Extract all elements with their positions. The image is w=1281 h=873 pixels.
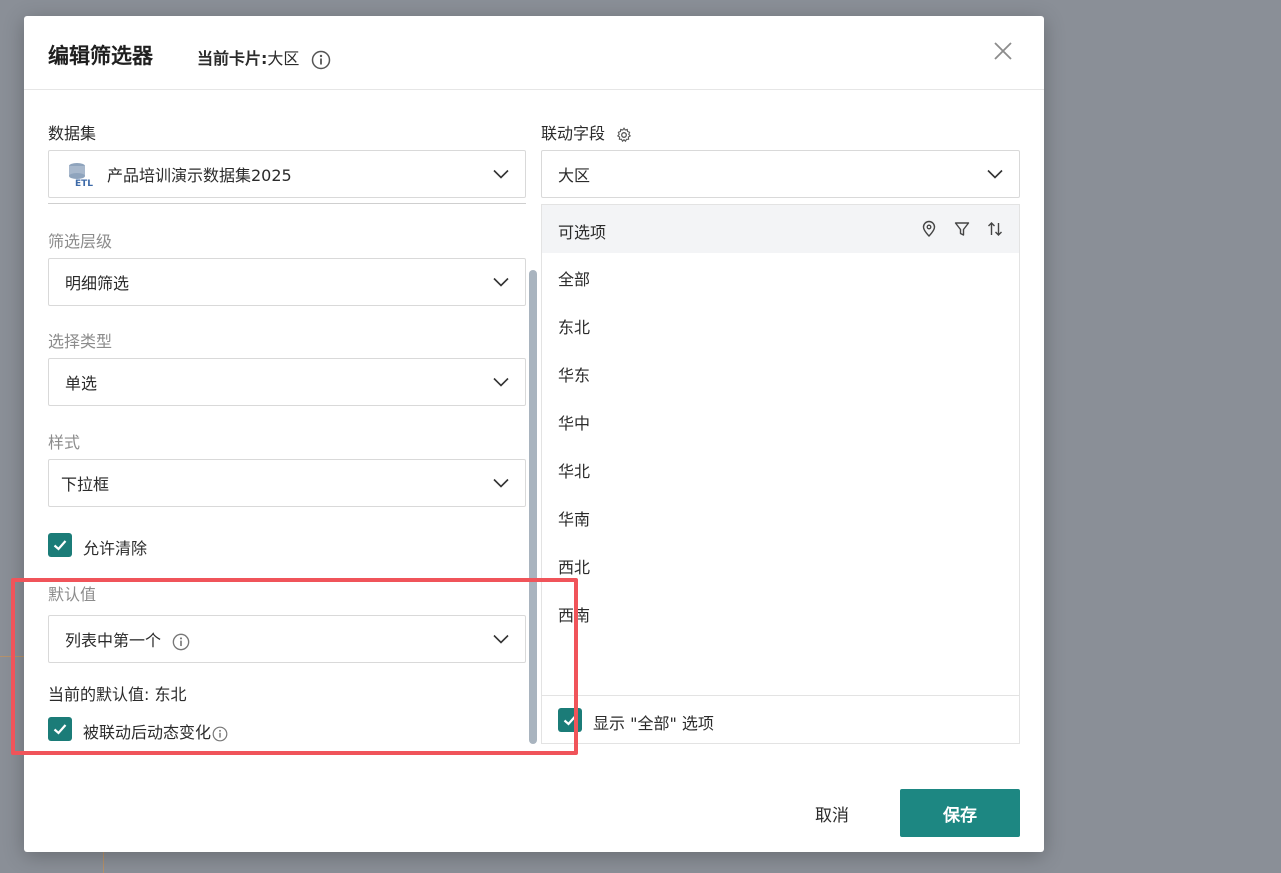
filter-level-label: 筛选层级: [48, 232, 113, 251]
chevron-down-icon: [493, 166, 509, 182]
edit-filter-modal: 编辑筛选器 当前卡片:大区 数据集 ETL 产品培训演示数据集2025 筛选层级…: [11, 16, 1044, 852]
check-icon: [53, 540, 67, 551]
dataset-value: 产品培训演示数据集2025: [107, 166, 292, 185]
chevron-down-icon: [493, 475, 509, 491]
filter-icon[interactable]: [953, 220, 971, 238]
linked-field-label: 联动字段: [541, 120, 632, 144]
linked-field-label-text: 联动字段: [541, 124, 606, 143]
check-icon: [53, 724, 67, 735]
current-card: 当前卡片:大区: [197, 45, 331, 70]
location-pin-icon[interactable]: [920, 220, 938, 238]
select-type-select[interactable]: 单选: [48, 358, 526, 406]
save-button[interactable]: 保存: [900, 789, 1020, 837]
chevron-down-icon: [987, 166, 1003, 182]
linked-field-value: 大区: [558, 166, 591, 185]
info-icon[interactable]: [311, 50, 331, 70]
allow-clear-checkbox[interactable]: [48, 533, 72, 557]
option-item[interactable]: 东北: [558, 314, 590, 338]
option-item[interactable]: 西南: [558, 602, 590, 626]
option-item[interactable]: 华北: [558, 458, 590, 482]
section-divider: [48, 203, 526, 204]
modal-header: 编辑筛选器 当前卡片:大区: [24, 16, 1044, 90]
style-select[interactable]: 下拉框: [48, 459, 526, 507]
option-item[interactable]: 华东: [558, 362, 590, 386]
modal-title: 编辑筛选器: [48, 44, 153, 68]
chevron-down-icon: [493, 374, 509, 390]
current-card-value: 大区: [267, 49, 300, 68]
chevron-down-icon: [493, 274, 509, 290]
dataset-select[interactable]: ETL 产品培训演示数据集2025: [48, 150, 526, 198]
options-header-title: 可选项: [558, 223, 607, 242]
option-item[interactable]: 西北: [558, 554, 590, 578]
show-all-label: 显示 "全部" 选项: [593, 714, 714, 733]
default-value-select[interactable]: 列表中第一个: [48, 615, 526, 663]
dataset-label: 数据集: [48, 124, 97, 143]
default-value-text: 列表中第一个: [65, 631, 162, 650]
filter-level-value: 明细筛选: [65, 274, 130, 293]
svg-text:ETL: ETL: [75, 179, 93, 188]
default-value-label: 默认值: [48, 585, 97, 604]
options-footer-divider: [542, 695, 1019, 696]
option-item[interactable]: 华中: [558, 410, 590, 434]
sort-icon[interactable]: [986, 220, 1004, 238]
chevron-down-icon: [493, 631, 509, 647]
option-item[interactable]: 全部: [558, 266, 590, 290]
current-default-text: 当前的默认值: 东北: [48, 685, 187, 704]
current-card-label: 当前卡片:: [197, 49, 268, 68]
close-icon[interactable]: [992, 40, 1014, 62]
default-value: 列表中第一个: [65, 627, 190, 651]
gear-icon[interactable]: [616, 126, 632, 143]
options-header: 可选项: [542, 205, 1019, 253]
info-icon[interactable]: [172, 633, 190, 651]
select-type-label: 选择类型: [48, 332, 113, 351]
info-icon[interactable]: [212, 726, 228, 742]
select-type-value: 单选: [65, 374, 98, 393]
database-icon: ETL: [67, 162, 95, 189]
options-panel: 可选项 全部 东北 华东 华中 华北 华南 西北 西南 显示 "全部" 选项: [541, 204, 1020, 744]
background-line: [103, 852, 104, 873]
show-all-checkbox[interactable]: [558, 708, 582, 732]
linked-field-select[interactable]: 大区: [541, 150, 1020, 198]
option-item[interactable]: 华南: [558, 506, 590, 530]
style-value: 下拉框: [61, 475, 110, 494]
background-line: [0, 656, 24, 657]
allow-clear-label: 允许清除: [83, 539, 148, 558]
dynamic-change-label: 被联动后动态变化: [83, 719, 228, 743]
check-icon: [563, 715, 577, 726]
filter-level-select[interactable]: 明细筛选: [48, 258, 526, 306]
dynamic-change-text: 被联动后动态变化: [83, 723, 212, 742]
dynamic-change-checkbox[interactable]: [48, 717, 72, 741]
cancel-button[interactable]: 取消: [796, 789, 868, 837]
left-scrollbar[interactable]: [529, 270, 537, 744]
style-label: 样式: [48, 433, 81, 452]
